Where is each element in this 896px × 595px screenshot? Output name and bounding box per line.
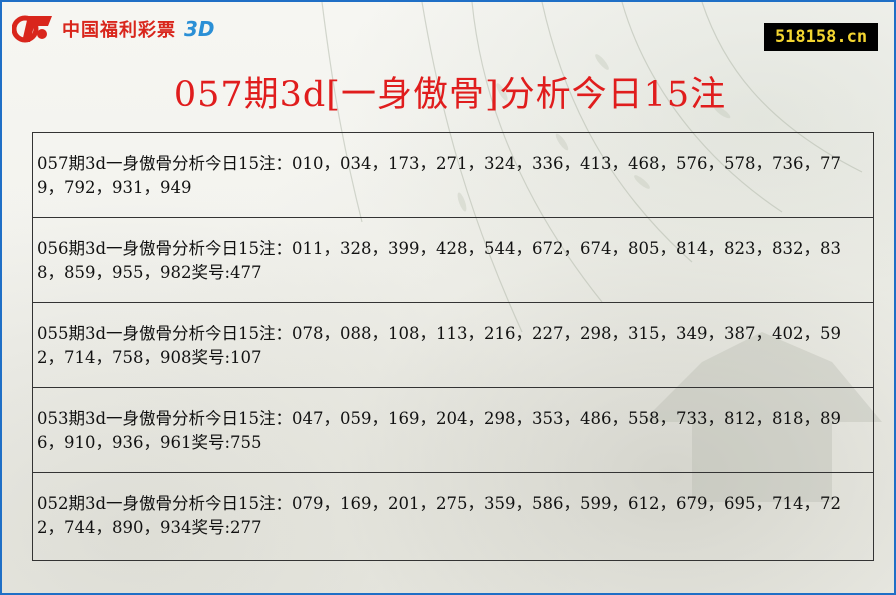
table-row: 057期3d一身傲骨分析今日15注：010，034，173，271，324，33… [33, 133, 873, 218]
table-row: 055期3d一身傲骨分析今日15注：078，088，108，113，216，22… [33, 303, 873, 388]
table-row: 052期3d一身傲骨分析今日15注：079，169，201，275，359，58… [37, 494, 841, 537]
site-badge[interactable]: 518158.cn [764, 23, 878, 51]
logo-3d-mark: 3D [184, 17, 215, 41]
lottery-logo: 中国福利彩票 3D [12, 12, 215, 46]
prediction-table: 057期3d一身傲骨分析今日15注：010，034，173，271，324，33… [32, 132, 874, 561]
welfare-lottery-logo-icon [12, 15, 52, 43]
logo-name: 中国福利彩票 [62, 20, 176, 41]
table-row: 056期3d一身傲骨分析今日15注：011，328，399，428，544，67… [33, 218, 873, 303]
page-frame: 中国福利彩票 3D 518158.cn 057期3d[一身傲骨]分析今日15注 … [0, 0, 896, 595]
table-row: 053期3d一身傲骨分析今日15注：047，059，169，204，298，35… [33, 388, 873, 473]
page-title: 057期3d[一身傲骨]分析今日15注 [173, 75, 727, 115]
